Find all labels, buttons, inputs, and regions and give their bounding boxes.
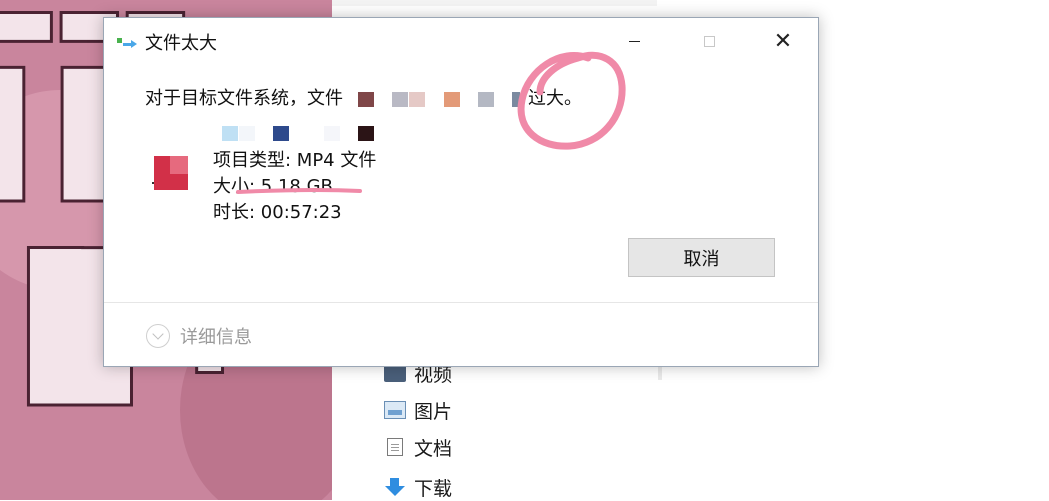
message-suffix: 过大。: [528, 88, 582, 109]
downloads-icon: [384, 478, 406, 496]
nav-item-label: 下载: [414, 477, 453, 500]
file-transfer-icon: [117, 38, 139, 50]
file-too-large-dialog: 文件太大 ✕ 对于目标文件系统，文件 过大。 项目类型: MP4 文件 大小: …: [103, 17, 819, 367]
details-toggle[interactable]: 详细信息: [146, 323, 252, 349]
nav-item-documents[interactable]: 文档: [384, 434, 452, 460]
details-label: 详细信息: [180, 327, 252, 348]
dialog-divider: [104, 302, 818, 303]
pictures-icon: [384, 401, 406, 419]
cancel-button[interactable]: 取消: [628, 238, 775, 277]
close-icon: ✕: [773, 28, 793, 54]
minimize-icon: [628, 40, 640, 42]
explorer-header-strip: [332, 0, 657, 6]
dialog-title: 文件太大: [145, 33, 217, 54]
nav-item-label: 图片: [414, 400, 453, 423]
chevron-down-icon: [146, 324, 170, 348]
dialog-titlebar[interactable]: 文件太大 ✕: [104, 18, 818, 64]
minimize-button[interactable]: [611, 18, 657, 64]
file-duration: 时长: 00:57:23: [213, 202, 342, 223]
item-type: 项目类型: MP4 文件: [213, 150, 377, 171]
nav-item-downloads[interactable]: 下载: [384, 474, 452, 500]
file-thumbnail: [152, 156, 204, 190]
close-button[interactable]: ✕: [760, 18, 806, 64]
message-prefix: 对于目标文件系统，文件: [145, 88, 343, 109]
documents-icon: [387, 438, 403, 456]
file-size: 大小: 5.18 GB: [213, 176, 333, 197]
maximize-button[interactable]: [686, 18, 732, 64]
nav-item-label: 文档: [414, 437, 453, 460]
nav-item-pictures[interactable]: 图片: [384, 397, 452, 423]
maximize-icon: [703, 35, 715, 47]
